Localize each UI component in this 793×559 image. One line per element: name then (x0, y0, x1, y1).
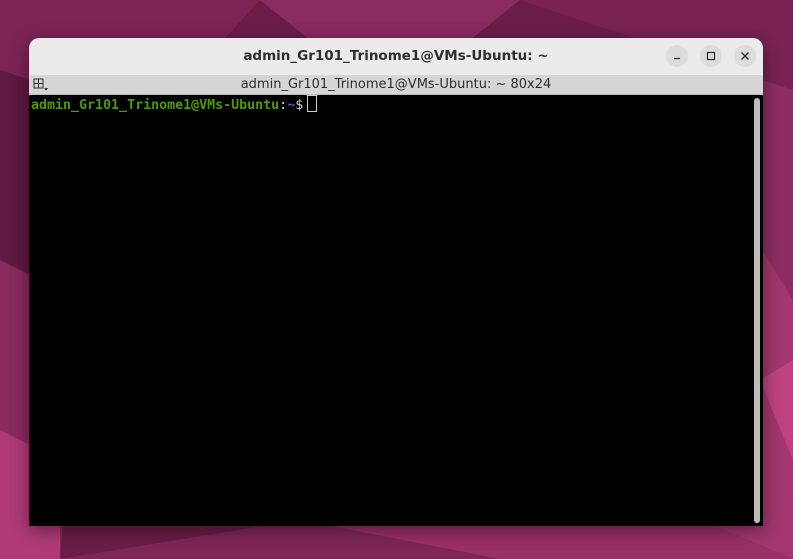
prompt-line: admin_Gr101_Trinome1@VMs-Ubuntu:~$ (31, 95, 318, 114)
terminal-text-area[interactable]: admin_Gr101_Trinome1@VMs-Ubuntu:~$ (29, 95, 751, 526)
close-button[interactable] (734, 45, 756, 67)
window-headerbar[interactable]: admin_Gr101_Trinome1@VMs-Ubuntu: ~ (29, 38, 763, 76)
text-cursor (307, 95, 318, 112)
prompt-separator: : (279, 98, 288, 113)
terminal-window[interactable]: admin_Gr101_Trinome1@VMs-Ubuntu: ~ admin… (29, 38, 763, 526)
terminal-scrollbar[interactable] (751, 95, 763, 526)
prompt-symbol: $ (295, 98, 304, 113)
scrollbar-thumb[interactable] (754, 98, 760, 523)
window-title: admin_Gr101_Trinome1@VMs-Ubuntu: ~ (243, 48, 549, 64)
maximize-button[interactable] (700, 45, 722, 67)
minimize-button[interactable] (666, 45, 688, 67)
minimize-icon (674, 57, 680, 60)
maximize-icon (706, 51, 716, 61)
tab-title: admin_Gr101_Trinome1@VMs-Ubuntu: ~ 80x24 (240, 77, 552, 92)
close-icon (741, 52, 749, 60)
prompt-user-host: admin_Gr101_Trinome1@VMs-Ubuntu (31, 98, 280, 113)
prompt-path: ~ (287, 98, 296, 113)
terminal-tab-bar: admin_Gr101_Trinome1@VMs-Ubuntu: ~ 80x24 (29, 75, 763, 95)
